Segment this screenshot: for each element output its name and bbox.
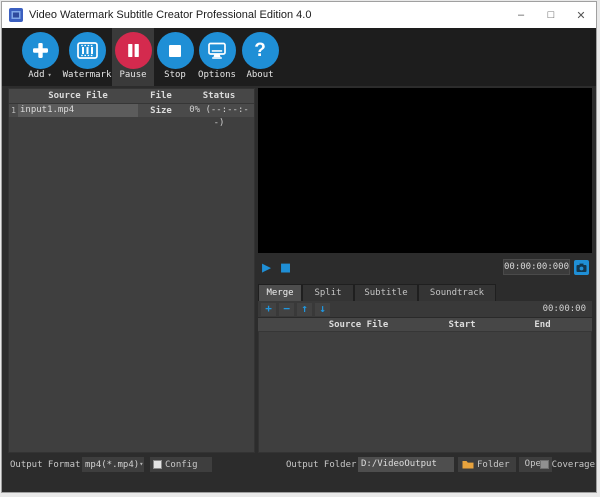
- playback-time: 00:00:00:000: [503, 259, 570, 275]
- segment-add-button[interactable]: +: [261, 303, 276, 316]
- options-button[interactable]: Options: [196, 28, 238, 86]
- about-button[interactable]: ? About: [238, 28, 282, 86]
- output-format-dropdown[interactable]: mp4(*.mp4) ▾: [82, 457, 144, 472]
- segment-time: 00:00:00: [543, 304, 586, 314]
- video-preview: [258, 88, 592, 253]
- stop-button[interactable]: Stop: [154, 28, 196, 86]
- playback-controls: ▶ ■ 00:00:00:000: [258, 253, 592, 284]
- toolbar: Add ▾ Watermark: [2, 28, 596, 86]
- screenshot: Video Watermark Subtitle Creator Profess…: [0, 0, 600, 497]
- close-button[interactable]: ✕: [566, 2, 596, 28]
- watermark-button-label: Watermark: [63, 70, 112, 80]
- tab-merge[interactable]: Merge: [258, 284, 302, 301]
- source-file-panel: Source File File Size Status 1 input1.mp…: [8, 88, 255, 453]
- plus-icon: [22, 32, 59, 69]
- output-format-value: mp4(*.mp4): [85, 460, 139, 470]
- player-play-button[interactable]: ▶: [262, 259, 271, 275]
- snapshot-button[interactable]: [574, 260, 589, 275]
- about-button-label: About: [246, 70, 273, 80]
- output-folder-label: Output Folder: [286, 460, 356, 470]
- output-format-label: Output Format: [10, 460, 80, 470]
- monitor-icon: [199, 32, 236, 69]
- tab-subtitle[interactable]: Subtitle: [354, 284, 418, 301]
- stop-icon: [157, 32, 194, 69]
- maximize-button[interactable]: □: [536, 2, 566, 28]
- segment-move-down-button[interactable]: ↓: [315, 303, 330, 316]
- coverage-label: Coverage: [552, 460, 595, 470]
- add-dropdown-caret[interactable]: ▾: [48, 72, 52, 79]
- title-bar: Video Watermark Subtitle Creator Profess…: [2, 2, 596, 28]
- column-header-file-size[interactable]: File Size: [138, 89, 184, 103]
- folder-icon: [462, 460, 474, 469]
- segment-remove-button[interactable]: −: [279, 303, 294, 316]
- add-button[interactable]: Add ▾: [18, 28, 62, 86]
- watermark-button[interactable]: Watermark: [62, 28, 112, 86]
- coverage-checkbox[interactable]: [540, 460, 549, 469]
- file-row-index: 1: [9, 104, 18, 117]
- folder-button-label: Folder: [477, 460, 510, 470]
- window-title: Video Watermark Subtitle Creator Profess…: [29, 9, 311, 21]
- pause-button-label: Pause: [119, 70, 146, 80]
- camera-icon: [576, 263, 587, 273]
- pause-button[interactable]: Pause: [112, 28, 154, 86]
- bottom-bar: Output Format mp4(*.mp4) ▾ Config Output…: [2, 455, 596, 475]
- file-row-source[interactable]: input1.mp4: [18, 104, 138, 117]
- file-row-status: 0% (--:--:--): [184, 104, 254, 117]
- tab-split[interactable]: Split: [302, 284, 354, 301]
- file-table-header: Source File File Size Status: [9, 89, 254, 104]
- filmstrip-icon: [69, 32, 106, 69]
- stop-button-label: Stop: [164, 70, 186, 80]
- tab-soundtrack[interactable]: Soundtrack: [418, 284, 496, 301]
- preview-panel: ▶ ■ 00:00:00:000 Merge Split Subtitle So…: [258, 88, 592, 453]
- segment-move-up-button[interactable]: ↑: [297, 303, 312, 316]
- player-stop-button[interactable]: ■: [281, 259, 290, 275]
- segment-column-source-file[interactable]: Source File: [286, 318, 431, 331]
- pause-icon: [115, 32, 152, 69]
- output-folder-input[interactable]: D:/VideoOutput: [358, 457, 454, 472]
- config-toggle[interactable]: Config: [150, 457, 212, 472]
- window-controls: – □ ✕: [506, 2, 596, 28]
- config-label: Config: [165, 460, 198, 470]
- question-icon: ?: [242, 32, 279, 69]
- coverage-toggle[interactable]: Coverage: [540, 457, 595, 472]
- config-checkbox[interactable]: [153, 460, 162, 469]
- folder-button[interactable]: Folder: [458, 457, 516, 472]
- segment-toolbar: + − ↑ ↓ 00:00:00: [258, 301, 592, 317]
- segment-table-body: [258, 332, 592, 453]
- options-button-label: Options: [198, 70, 236, 80]
- column-header-status[interactable]: Status: [184, 89, 254, 103]
- segment-column-start[interactable]: Start: [431, 318, 493, 331]
- file-row[interactable]: 1 input1.mp4 0% (--:--:--): [9, 104, 254, 117]
- segment-column-end[interactable]: End: [493, 318, 592, 331]
- chevron-down-icon: ▾: [139, 461, 143, 468]
- app-icon: [9, 8, 23, 22]
- segment-table-header: Source File Start End: [258, 317, 592, 332]
- mode-tabs: Merge Split Subtitle Soundtrack: [258, 284, 592, 301]
- file-row-size: [138, 104, 184, 117]
- column-header-source-file[interactable]: Source File: [18, 89, 138, 103]
- app-window: Video Watermark Subtitle Creator Profess…: [1, 1, 597, 493]
- add-button-label: Add: [28, 70, 44, 80]
- minimize-button[interactable]: –: [506, 2, 536, 28]
